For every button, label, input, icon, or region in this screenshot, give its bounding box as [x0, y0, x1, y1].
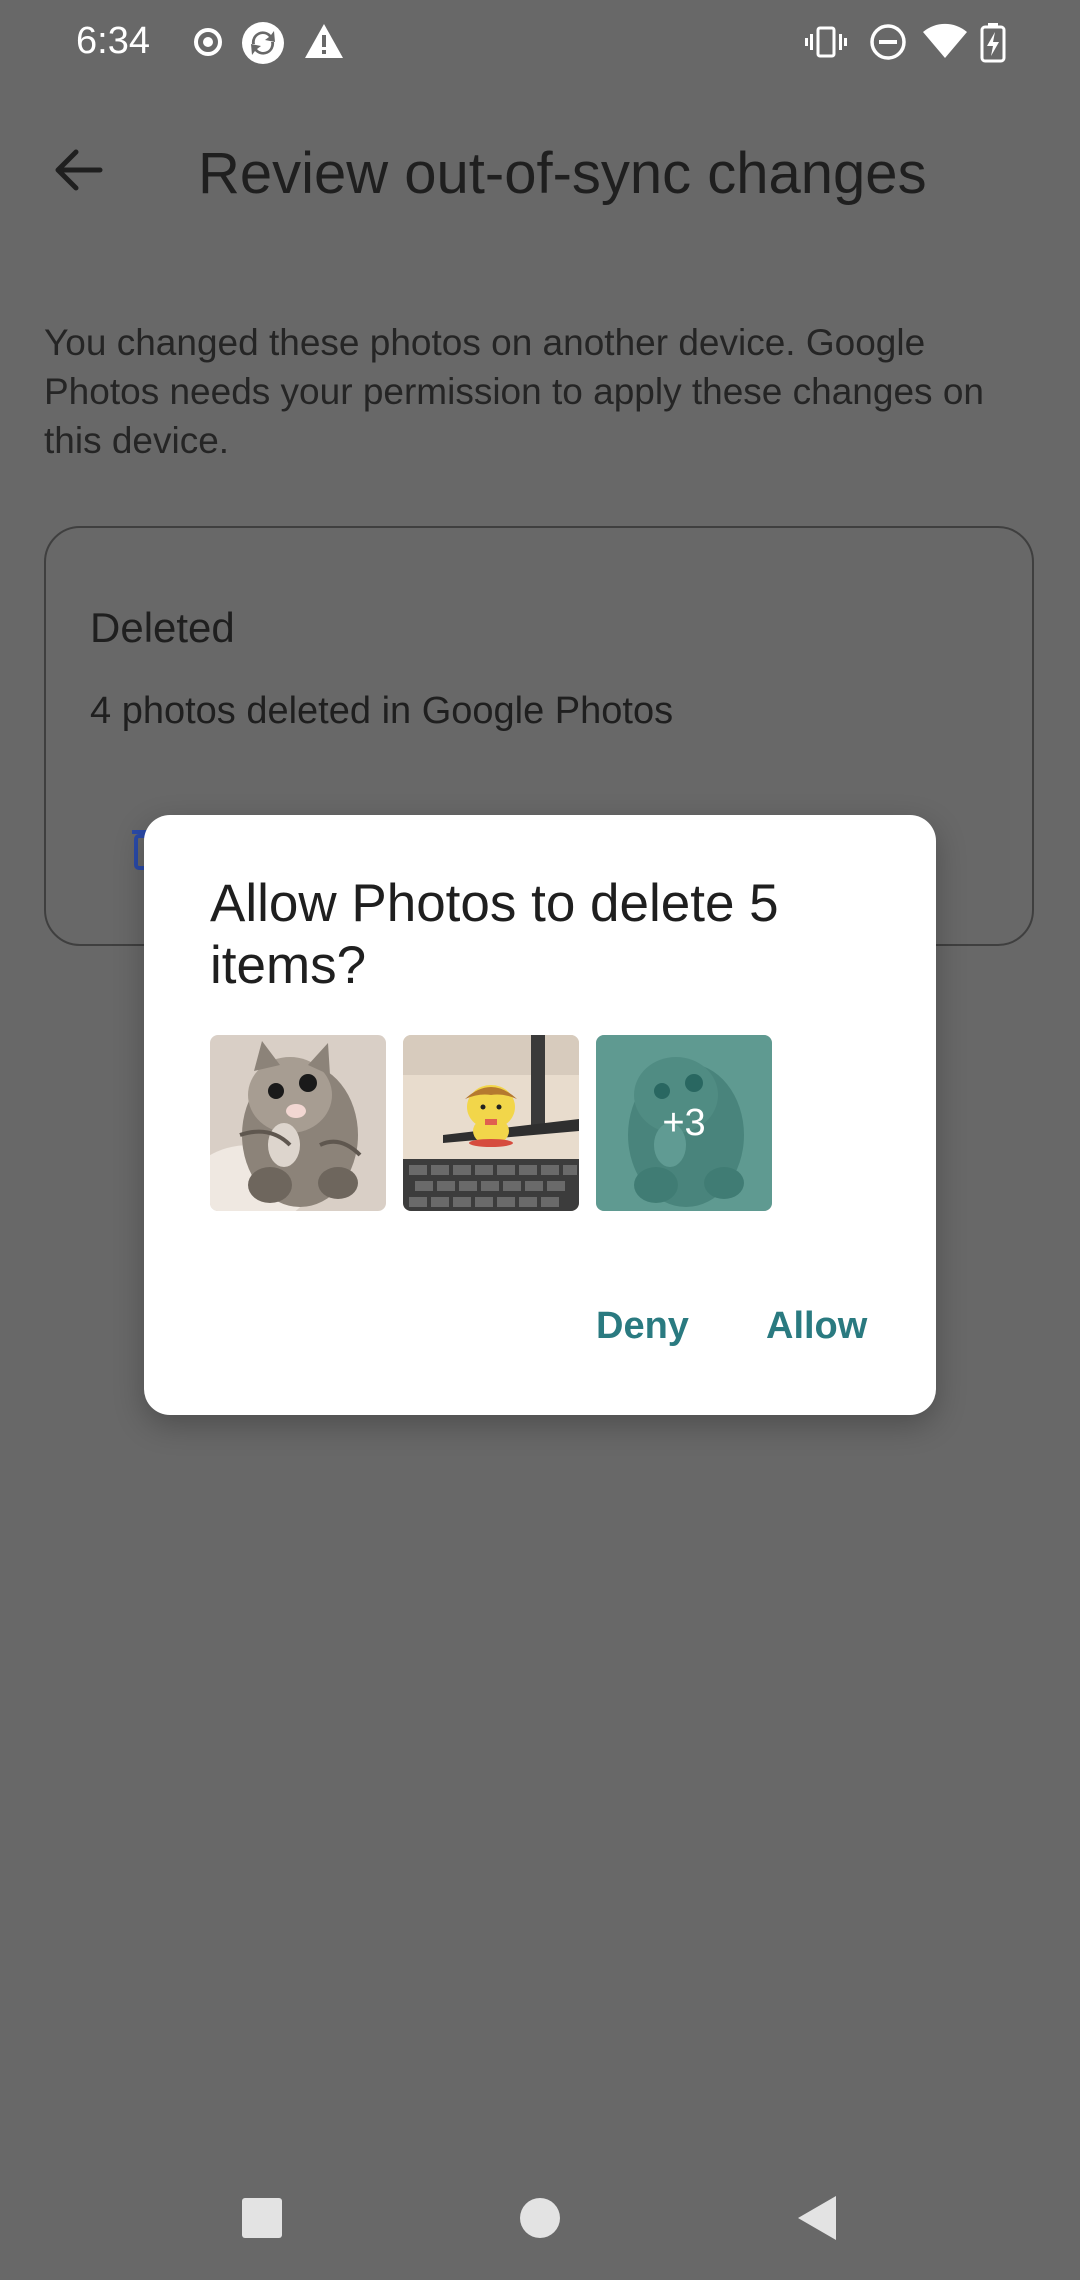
deny-button[interactable]: Deny [596, 1305, 689, 1348]
app-bar: Review out-of-sync changes [0, 100, 1080, 240]
toy-on-desk-photo [403, 1035, 579, 1211]
do-not-disturb-icon [870, 24, 906, 60]
card-title: Deleted [90, 604, 235, 651]
wifi-icon [923, 23, 967, 58]
warning-icon [305, 24, 343, 58]
sync-icon [242, 22, 284, 64]
battery-charging-icon [980, 23, 1006, 63]
arrow-back-icon[interactable] [40, 130, 120, 210]
navigation-bar [0, 2160, 1080, 2280]
kitten-photo-thumbnail [210, 1035, 386, 1211]
dialog-title: Allow Photos to delete 5 items? [210, 874, 779, 995]
home-icon[interactable] [510, 2188, 570, 2248]
record-icon [194, 28, 222, 56]
more-count-overlay: +3 [662, 1101, 706, 1144]
back-icon[interactable] [788, 2188, 848, 2248]
vibrate-icon [805, 26, 847, 58]
recents-icon[interactable] [232, 2188, 292, 2248]
more-items-thumbnail[interactable]: +3 [596, 1035, 772, 1211]
description-text: You changed these photos on another devi… [44, 322, 984, 461]
kitten-photo [210, 1035, 386, 1211]
allow-button[interactable]: Allow [766, 1305, 867, 1348]
status-time: 6:34 [76, 20, 150, 62]
delete-permission-dialog: Allow Photos to delete 5 items? +3 Deny … [144, 815, 936, 1415]
status-bar: 6:34 [0, 0, 1080, 90]
toy-photo-thumbnail [403, 1035, 579, 1211]
card-subtitle: 4 photos deleted in Google Photos [90, 690, 674, 732]
page-title: Review out-of-sync changes [198, 141, 927, 206]
